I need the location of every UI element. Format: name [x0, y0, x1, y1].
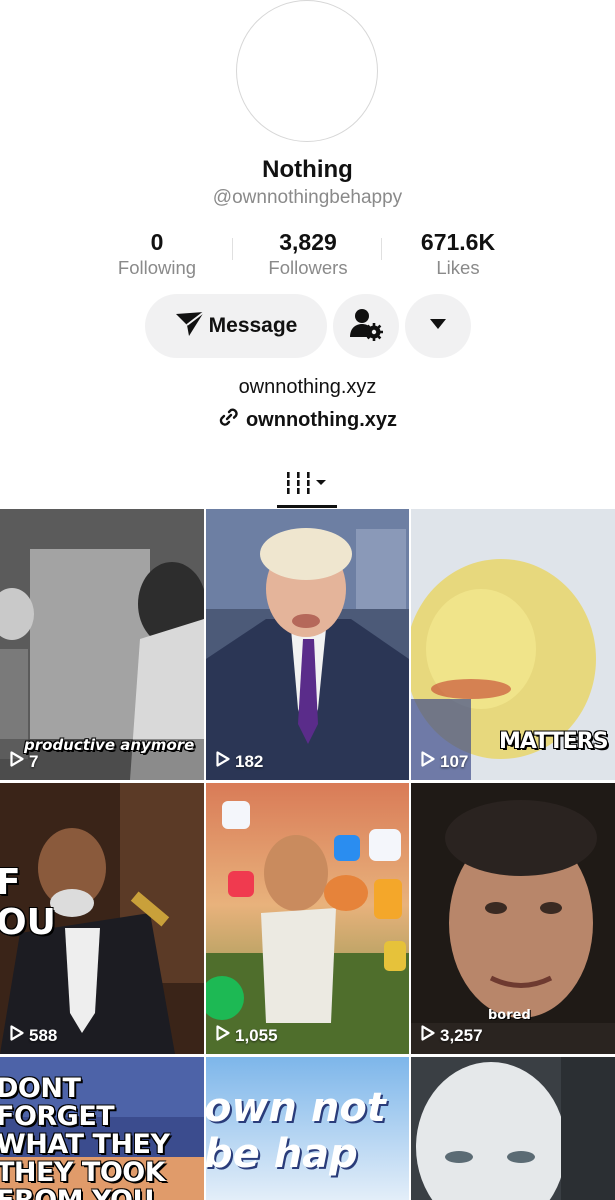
view-count: 182	[216, 751, 263, 772]
likes-count: 671.6K	[420, 229, 496, 255]
tab-active-indicator	[277, 505, 337, 508]
stat-likes[interactable]: 671.6K Likes	[383, 228, 533, 280]
profile-link[interactable]: ownnothing.xyz	[0, 406, 615, 434]
send-icon	[175, 310, 205, 342]
followers-label: Followers	[268, 257, 348, 278]
profile-handle: @ownnothingbehappy	[212, 187, 403, 208]
following-count: 0	[150, 229, 164, 255]
avatar[interactable]	[236, 0, 378, 142]
following-label: Following	[117, 257, 197, 278]
view-count: 588	[10, 1025, 57, 1046]
person-gear-icon	[349, 307, 383, 346]
link-icon	[218, 406, 246, 434]
view-count-label: 588	[29, 1025, 58, 1045]
video-tile[interactable]: 1,055	[206, 783, 409, 1054]
video-grid: productive anymore 7 182 MATTERS 107 F O…	[0, 509, 615, 1200]
video-tile[interactable]: MATTERS 107	[411, 509, 615, 780]
play-icon	[421, 1025, 440, 1046]
stat-divider	[381, 238, 382, 260]
link-label: ownnothing.xyz	[245, 408, 398, 431]
more-button[interactable]	[405, 294, 471, 358]
profile-bio: ownnothing.xyz	[238, 376, 377, 398]
play-icon	[421, 751, 440, 772]
video-caption: productive anymore	[24, 736, 195, 754]
video-tile[interactable]: DONT FORGET WHAT THEY THEY TOOK FROM YOU	[0, 1057, 204, 1200]
play-icon	[10, 1025, 29, 1046]
video-tile[interactable]: own not be hap	[206, 1057, 409, 1200]
play-icon	[10, 751, 29, 772]
play-icon	[216, 751, 235, 772]
add-friend-button[interactable]	[333, 294, 399, 358]
likes-label: Likes	[436, 257, 480, 278]
view-count-label: 1,055	[235, 1025, 278, 1045]
video-tile[interactable]	[411, 1057, 615, 1200]
play-icon	[216, 1025, 235, 1046]
video-tile[interactable]: productive anymore 7	[0, 509, 204, 780]
view-count: 107	[421, 751, 468, 772]
caret-down-icon	[429, 317, 447, 335]
video-tile[interactable]: F OU 588	[0, 783, 204, 1054]
video-thumbnail	[206, 509, 409, 780]
tab-videos[interactable]	[277, 462, 337, 508]
video-caption: own not be hap	[206, 1085, 386, 1177]
view-count: 3,257	[421, 1025, 483, 1046]
profile-name: Nothing	[262, 156, 353, 183]
view-count-label: 107	[440, 751, 469, 771]
followers-count: 3,829	[279, 229, 337, 255]
video-tile[interactable]: 182	[206, 509, 409, 780]
video-thumbnail	[206, 783, 409, 1054]
message-label: Message	[208, 314, 298, 337]
view-count-label: 7	[29, 751, 39, 771]
stat-following[interactable]: 0 Following	[82, 228, 232, 280]
video-caption: DONT FORGET WHAT THEY THEY TOOK FROM YOU	[0, 1073, 170, 1200]
video-caption: F OU	[0, 862, 56, 943]
video-thumbnail	[411, 1057, 615, 1200]
view-count: 1,055	[216, 1025, 278, 1046]
video-caption: MATTERS	[499, 729, 609, 754]
stats-row: 0 Following 3,829 Followers 671.6K Likes	[0, 228, 615, 280]
content-tabs	[0, 462, 615, 508]
grid-bars-icon	[284, 470, 330, 501]
view-count-label: 3,257	[440, 1025, 483, 1045]
view-count: 7	[10, 751, 38, 772]
video-tile[interactable]: bored 3,257	[411, 783, 615, 1054]
view-count-label: 182	[235, 751, 264, 771]
message-button[interactable]: Message	[145, 294, 327, 358]
video-caption: bored	[488, 1008, 531, 1023]
stat-followers[interactable]: 3,829 Followers	[233, 228, 383, 280]
